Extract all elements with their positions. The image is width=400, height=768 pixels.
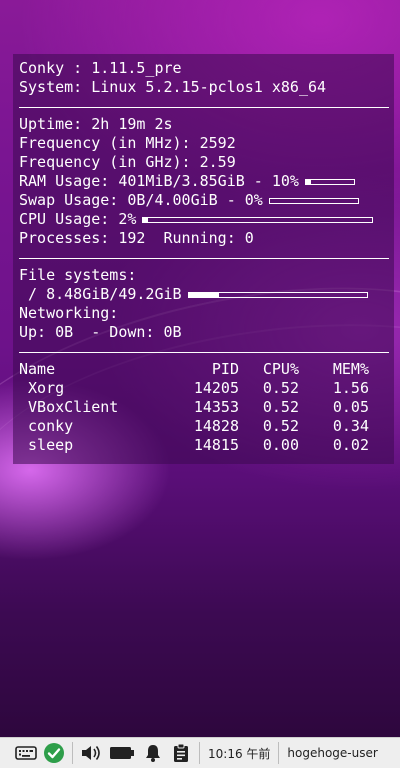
freq-mhz-label: Frequency (in MHz): [19,134,200,152]
process-cpu: 0.52 [262,398,299,416]
cpu-usage-bar [142,216,374,223]
col-cpu-header: CPU% [262,360,299,378]
up-value: 0B [55,323,74,341]
freq-mhz-line: Frequency (in MHz): 2592 [19,134,388,153]
cpu-value: 2% [118,210,137,228]
running-value: 0 [244,229,254,247]
ram-label: RAM Usage: [19,172,119,190]
root-fs-line: / 8.48GiB/49.2GiB [19,285,388,304]
process-name: conky [19,417,74,435]
process-mem: 0.02 [332,436,369,454]
battery-icon[interactable] [105,739,139,767]
check-icon[interactable] [40,739,68,767]
divider [19,107,389,108]
clock[interactable]: 10:16 午前 [204,745,274,762]
freq-ghz-line: Frequency (in GHz): 2.59 [19,153,388,172]
process-pid: 14815 [193,436,239,454]
clipboard-icon[interactable] [167,739,195,767]
processes-label: Processes: [19,229,119,247]
process-table-header: Name PID CPU% MEM% [19,360,388,379]
table-row: conky 14828 0.52 0.34 [19,417,388,436]
col-mem-header: MEM% [332,360,369,378]
swap-usage-bar [268,197,359,204]
conky-label: Conky : [19,59,92,77]
cpu-usage-fill [143,217,148,222]
col-name-header: Name [19,360,56,378]
filesystems-title: File systems: [19,266,137,284]
system-label: System: [19,78,92,96]
swap-line: Swap Usage: 0B/4.00GiB - 0% [19,191,388,210]
taskbar-separator [278,742,280,764]
process-cpu: 0.52 [262,417,299,435]
ram-value: 401MiB/3.85GiB - 10% [118,172,299,190]
process-cpu: 0.00 [262,436,299,454]
networking-title: Networking: [19,304,119,322]
cpu-line: CPU Usage: 2% [19,210,388,229]
swap-label: Swap Usage: [19,191,128,209]
cpu-label: CPU Usage: [19,210,119,228]
root-fs-value: 8.48GiB/49.2GiB [46,285,182,303]
table-row: Xorg 14205 0.52 1.56 [19,379,388,398]
taskbar-separator [72,742,73,764]
freq-mhz-value: 2592 [199,134,236,152]
ram-line: RAM Usage: 401MiB/3.85GiB - 10% [19,172,388,191]
divider [19,258,389,259]
process-mem: 0.05 [332,398,369,416]
down-label: - Down: [73,323,164,341]
root-fs-usage-bar [187,291,368,298]
conky-panel: Conky : 1.11.5_pre System: Linux 5.2.15-… [13,54,394,464]
process-pid: 14205 [193,379,239,397]
freq-ghz-value: 2.59 [199,153,236,171]
bell-icon[interactable] [139,739,167,767]
conky-version-line: Conky : 1.11.5_pre [19,59,388,78]
ram-usage-fill [305,179,311,184]
freq-ghz-label: Frequency (in GHz): [19,153,200,171]
user-name[interactable]: hogehoge-user [283,746,381,760]
taskbar-separator [199,742,200,764]
process-name: Xorg [19,379,65,397]
table-row: sleep 14815 0.00 0.02 [19,436,388,455]
uptime-line: Uptime: 2h 19m 2s [19,115,388,134]
volume-icon[interactable] [77,739,105,767]
uptime-value: 2h 19m 2s [91,115,173,133]
process-mem: 1.56 [332,379,369,397]
keyboard-icon[interactable] [12,739,40,767]
uptime-label: Uptime: [19,115,92,133]
process-name: VBoxClient [19,398,119,416]
process-mem: 0.34 [332,417,369,435]
processes-line: Processes: 192 Running: 0 [19,229,388,248]
system-line: System: Linux 5.2.15-pclos1 x86_64 [19,78,388,97]
system-value: Linux 5.2.15-pclos1 x86_64 [91,78,327,96]
processes-value: 192 [118,229,146,247]
down-value: 0B [163,323,182,341]
process-pid: 14353 [193,398,239,416]
network-line: Up: 0B - Down: 0B [19,323,388,342]
col-pid-header: PID [211,360,239,378]
process-name: sleep [19,436,74,454]
taskbar: 10:16 午前 hogehoge-user [0,737,400,768]
conky-version: 1.11.5_pre [91,59,182,77]
table-row: VBoxClient 14353 0.52 0.05 [19,398,388,417]
ram-usage-bar [304,178,355,185]
process-cpu: 0.52 [262,379,299,397]
running-label: Running: [145,229,245,247]
divider [19,352,389,353]
swap-value: 0B/4.00GiB - 0% [127,191,263,209]
root-fs-label: / [19,285,47,303]
root-fs-usage-fill [188,292,219,297]
process-pid: 14828 [193,417,239,435]
up-label: Up: [19,323,56,341]
